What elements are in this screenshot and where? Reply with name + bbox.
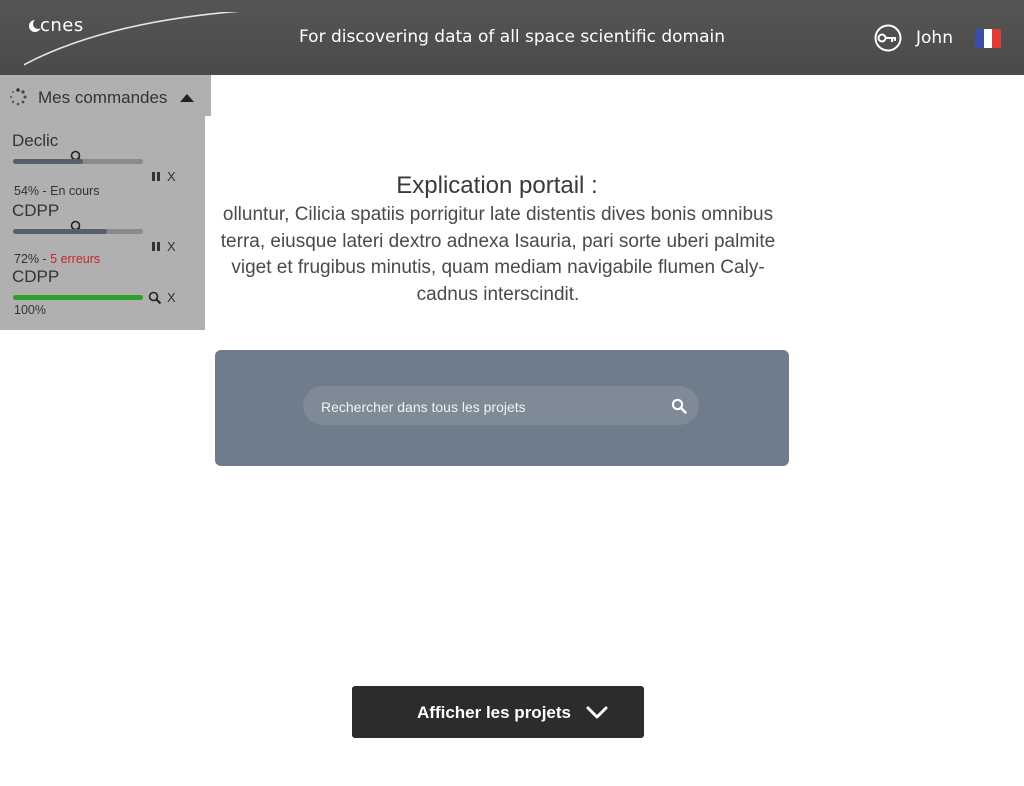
magnifier-icon[interactable] xyxy=(148,291,162,305)
french-flag-icon[interactable] xyxy=(975,29,1001,48)
cancel-order-button[interactable]: X xyxy=(167,290,176,305)
chevron-down-icon xyxy=(586,706,608,719)
search-box xyxy=(303,386,699,427)
username[interactable]: John xyxy=(916,28,953,48)
order-name: CDPP xyxy=(12,267,60,286)
progress-fill xyxy=(13,159,84,164)
orders-list: Declic X 54% - En cours CDPP X 72% - 5 e… xyxy=(0,116,205,330)
description-line: cadnus interscindit. xyxy=(416,283,580,305)
order-status: 100% xyxy=(14,303,46,317)
flag-stripe-white xyxy=(983,29,993,48)
status-errors[interactable]: 5 erreurs xyxy=(50,252,100,266)
description-line: terra, eiusque lateri dextro adnexa Isau… xyxy=(220,230,776,252)
progress-bar xyxy=(13,159,143,164)
order-name: Declic xyxy=(12,131,59,150)
portal-description: olluntur, Cilicia spatiis porrigitur lat… xyxy=(199,202,797,308)
search-input[interactable] xyxy=(319,386,663,427)
spinner-icon xyxy=(9,88,27,106)
search-icon[interactable] xyxy=(671,398,687,414)
orders-title: Mes commandes xyxy=(38,88,168,107)
flag-stripe-red xyxy=(992,29,1001,48)
order-status: 72% - 5 erreurs xyxy=(14,252,100,266)
key-icon[interactable] xyxy=(873,24,905,52)
flag-stripe-blue xyxy=(975,29,984,48)
top-header: cnes For discovering data of all space s… xyxy=(0,0,1024,75)
cancel-order-button[interactable]: X xyxy=(167,239,176,254)
pause-icon[interactable] xyxy=(152,242,160,251)
progress-bar xyxy=(13,229,143,234)
progress-fill xyxy=(13,229,107,234)
search-panel xyxy=(215,350,789,466)
status-percent: 72% - xyxy=(14,252,51,266)
progress-fill xyxy=(13,295,143,300)
show-projects-label: Afficher les projets xyxy=(417,703,571,722)
page-title: Explication portail : xyxy=(396,172,598,199)
description-line: olluntur, Cilicia spatiis porrigitur lat… xyxy=(222,204,774,225)
show-projects-button[interactable]: Afficher les projets xyxy=(352,686,644,738)
orders-dropdown-toggle[interactable]: Mes commandes xyxy=(0,75,211,116)
triangle-up-icon xyxy=(180,94,194,102)
header-tagline: For discovering data of all space scient… xyxy=(299,27,725,47)
order-name: CDPP xyxy=(12,201,60,220)
progress-bar xyxy=(13,295,143,300)
status-percent: 100% xyxy=(14,303,46,317)
description-line: viget et frugibus minutis, quam mediam n… xyxy=(231,257,765,278)
